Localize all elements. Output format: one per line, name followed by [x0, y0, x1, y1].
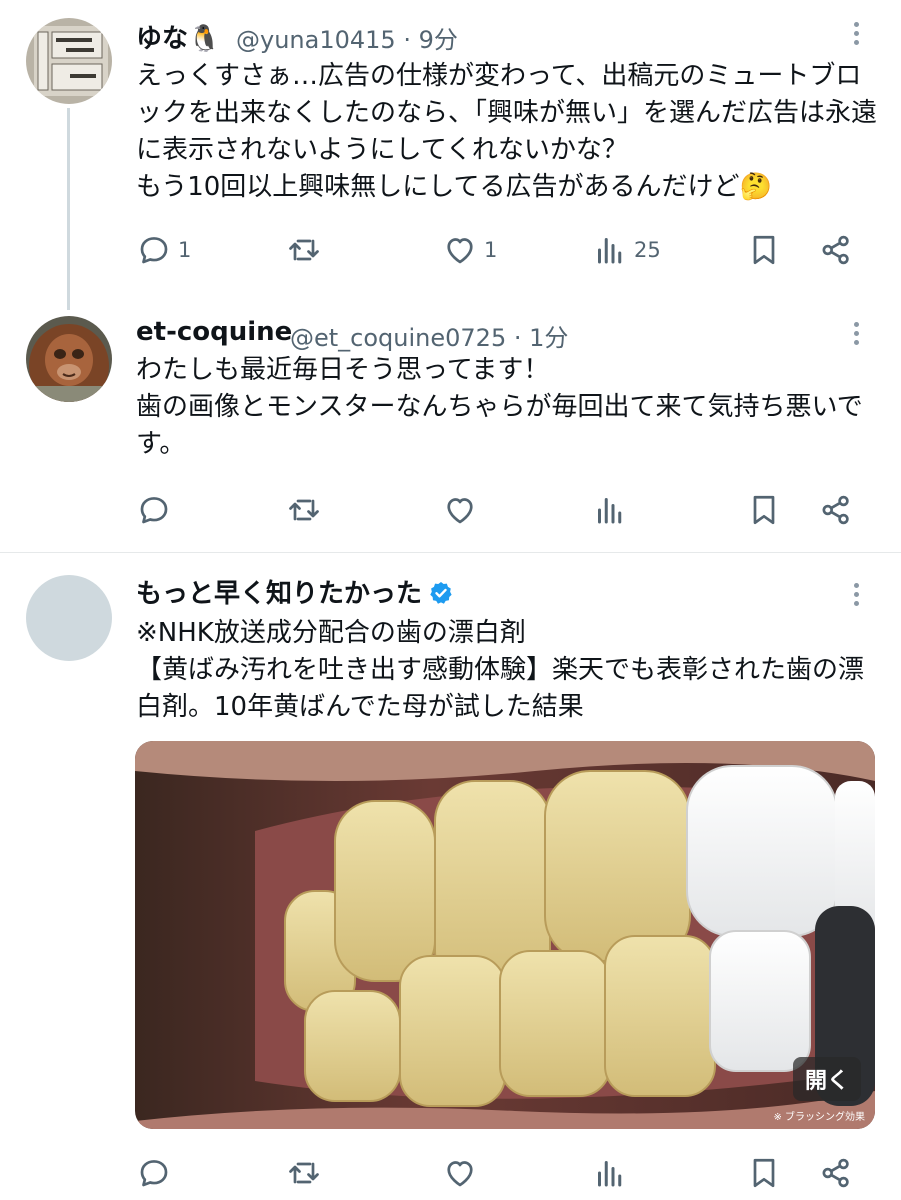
heart-icon [447, 238, 473, 264]
bookmark-icon [753, 1158, 775, 1188]
like-count: 1 [484, 238, 498, 262]
retweet-icon [289, 239, 319, 261]
media-caption-note: ※ ブラッシング効果 [773, 1112, 865, 1123]
post-time[interactable]: 1分 [529, 324, 568, 352]
retweet-icon [289, 1162, 319, 1184]
views-icon [598, 238, 622, 264]
more-options-button[interactable] [846, 18, 866, 52]
reply-button[interactable] [136, 490, 172, 530]
author-handle[interactable]: @et_coquine0725 [290, 324, 506, 352]
heart-icon [447, 498, 473, 524]
tweet-yuna[interactable]: ゆな🐧 @yuna10415 · 9分 えっくすさぁ…広告の仕様が変わって、出稿… [0, 0, 901, 300]
views-icon [598, 1161, 622, 1187]
share-button[interactable] [818, 490, 854, 530]
tweet-et-coquine[interactable]: et-coquine @et_coquine0725 · 1分 わたしも最近毎日… [0, 300, 901, 552]
author-name[interactable]: ゆな🐧 [136, 18, 220, 55]
open-media-button[interactable]: 開く [792, 1057, 861, 1101]
tweet-text: えっくすさぁ…広告の仕様が変わって、出稿元のミュートブロックを出来なくしたのなら… [136, 61, 878, 202]
action-bar [136, 490, 876, 530]
share-button[interactable] [818, 1153, 854, 1193]
more-vertical-icon [846, 322, 866, 345]
reply-icon [140, 237, 168, 264]
avatar[interactable] [26, 575, 112, 661]
more-vertical-icon [846, 583, 866, 606]
reply-icon [140, 497, 168, 524]
views-count: 25 [634, 238, 661, 262]
author-name[interactable]: et-coquine [136, 317, 292, 347]
meta-separator: · [403, 26, 411, 54]
bookmark-icon [753, 495, 775, 525]
views-button[interactable]: 25 [592, 230, 661, 270]
tweet-text: ※NHK放送成分配合の歯の漂白剤 【黄ばみ汚れを吐き出す感動体験】楽天でも表彰さ… [136, 618, 865, 722]
reply-icon [140, 1160, 168, 1187]
retweet-button[interactable] [286, 490, 322, 530]
avatar[interactable] [26, 18, 112, 104]
retweet-button[interactable] [286, 230, 328, 270]
more-options-button[interactable] [846, 579, 866, 613]
views-icon [598, 498, 622, 524]
bookmark-icon [753, 235, 775, 265]
bookmark-button[interactable] [746, 1153, 782, 1193]
tweet-text: わたしも最近毎日そう思ってます！ 歯の画像とモンスターなんちゃらが毎回出て来て気… [136, 355, 863, 459]
avatar[interactable] [26, 316, 112, 402]
views-button[interactable] [592, 490, 628, 530]
like-button[interactable] [442, 490, 478, 530]
heart-icon [447, 1161, 473, 1187]
share-button[interactable] [818, 230, 854, 270]
share-icon [822, 495, 849, 525]
meta-separator: · [513, 324, 522, 352]
more-options-button[interactable] [846, 318, 866, 352]
author-name[interactable]: もっと早く知りたかった [136, 573, 454, 610]
bookmark-button[interactable] [746, 490, 782, 530]
like-button[interactable]: 1 [442, 230, 497, 270]
retweet-icon [289, 499, 319, 521]
retweet-button[interactable] [286, 1153, 322, 1193]
more-vertical-icon [846, 22, 866, 45]
reply-button[interactable]: 1 [136, 230, 191, 270]
author-meta: @et_coquine0725 · 1分 [290, 318, 568, 353]
author-meta: @yuna10415 · 9分 [236, 20, 458, 55]
action-bar: 1 1 25 [136, 230, 876, 270]
share-icon [822, 235, 849, 265]
action-bar [136, 1153, 876, 1193]
bookmark-button[interactable] [746, 230, 782, 270]
verified-badge-icon [430, 581, 452, 604]
promoted-media-image[interactable]: 開く ※ ブラッシング効果 [135, 741, 875, 1129]
like-button[interactable] [442, 1153, 478, 1193]
author-handle[interactable]: @yuna10415 [236, 26, 396, 54]
teeth-photo [135, 741, 875, 1129]
views-button[interactable] [592, 1153, 628, 1193]
author-name-text: もっと早く知りたかった [136, 579, 423, 609]
post-time[interactable]: 9分 [419, 26, 458, 54]
reply-count: 1 [178, 238, 192, 262]
share-icon [822, 1158, 849, 1188]
reply-button[interactable] [136, 1153, 172, 1193]
